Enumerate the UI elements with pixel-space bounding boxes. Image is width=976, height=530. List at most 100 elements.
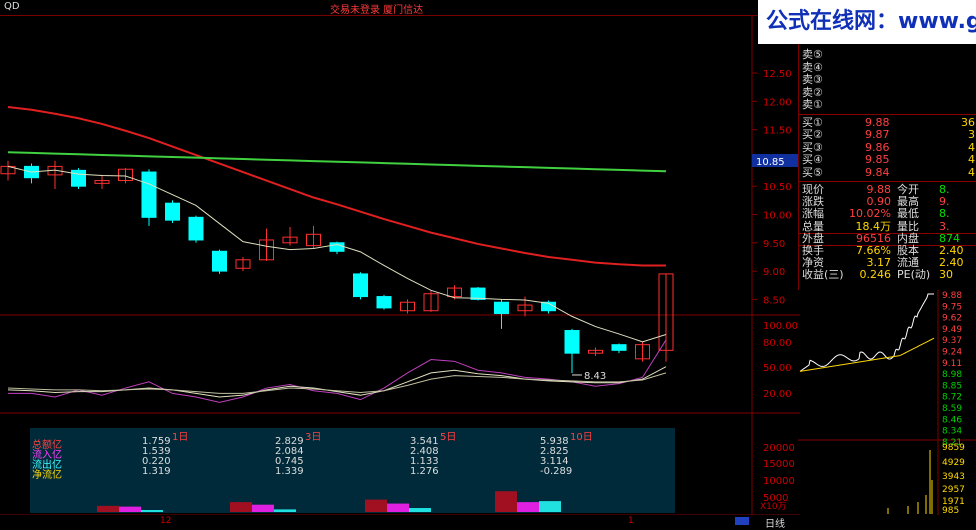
candle-body xyxy=(353,273,368,298)
stat-label: PE(动) xyxy=(897,268,931,282)
sell-level-label: 卖③ xyxy=(802,73,823,86)
stat-value: 18.4万 xyxy=(855,219,892,233)
date-label-right: 1 xyxy=(628,516,634,526)
bottom-axis-bar: 12 1 日线 xyxy=(0,515,976,530)
indicator-axis-label: 80.00 xyxy=(763,338,792,349)
price-axis-label: 12.00 xyxy=(763,97,792,108)
volume-axis-label: 15000 xyxy=(763,459,795,470)
fund-bar xyxy=(274,509,296,512)
mini-volume-label: 985 xyxy=(942,506,959,515)
fund-bar xyxy=(517,502,539,512)
candle-body xyxy=(494,301,509,315)
window-title: 交易未登录 厦门信达 xyxy=(330,5,424,16)
mini-price-label: 8.34 xyxy=(942,427,962,437)
intraday-mini-chart[interactable]: 9.889.75 9.629.499.37 9.249.118.988.85 8.72… xyxy=(798,290,976,515)
sell-level: 卖⑤ xyxy=(799,48,976,62)
scroll-button[interactable] xyxy=(735,517,749,525)
sell-level: 卖④ xyxy=(799,61,976,75)
indicator-axis-label: 20.00 xyxy=(763,389,792,400)
mini-price-label: 9.11 xyxy=(942,359,962,369)
price-axis-label: 9.00 xyxy=(763,267,785,278)
date-label-left: 12 xyxy=(160,516,172,526)
mini-price-line xyxy=(799,293,934,372)
ma-green-line xyxy=(7,151,667,173)
candle-body xyxy=(212,250,227,272)
price-axis-label: 8.50 xyxy=(763,295,785,306)
mini-price-label: 9.24 xyxy=(942,348,962,358)
buy-level-price: 9.84 xyxy=(865,165,890,179)
sell-level: 卖① xyxy=(799,98,976,112)
mini-volume-label: 9859 xyxy=(942,443,965,453)
price-axis-label: 9.50 xyxy=(763,239,785,250)
stat-value: 30 xyxy=(939,268,953,282)
mini-price-label: 8.59 xyxy=(942,404,962,414)
indicator-line-j xyxy=(7,372,667,394)
stats-divider xyxy=(799,181,976,182)
mini-price-label: 8.46 xyxy=(942,415,962,425)
period-tab-daily[interactable]: 日线 xyxy=(765,515,785,530)
mini-price-label: 9.88 xyxy=(942,291,962,301)
fund-bar xyxy=(252,504,274,512)
stat-row: 收益(三) 0.246 PE(动) 30 xyxy=(799,269,976,281)
fund-bar xyxy=(365,499,387,512)
buy-level-price: 9.85 xyxy=(865,153,890,166)
stat-row: 涨幅 10.02% 最低 8. xyxy=(799,208,976,220)
stat-label: 收益(三) xyxy=(802,268,844,282)
mini-price-label: 9.62 xyxy=(942,314,962,324)
mini-volume-label: 3943 xyxy=(942,472,965,482)
buy-level: 买② 9.87 3 xyxy=(799,128,976,142)
stat-value: 10.02% xyxy=(849,207,891,221)
fund-bar xyxy=(141,510,163,512)
candle-body xyxy=(141,171,157,218)
buy-level-volume: 3 xyxy=(968,128,975,141)
price-axis-label: 11.50 xyxy=(763,126,792,137)
stock-code: QD xyxy=(4,1,20,12)
current-price-text: 10.85 xyxy=(756,157,785,168)
volume-axis-label: 10000 xyxy=(763,476,795,487)
buy-level-volume: 4 xyxy=(968,165,975,179)
price-axis-label: 10.00 xyxy=(763,211,792,222)
orderbook-divider xyxy=(799,113,976,115)
stat-row: 总量 18.4万 量比 3. xyxy=(799,219,976,233)
buy-level-price: 9.87 xyxy=(865,128,890,141)
sell-level-label: 卖① xyxy=(802,98,823,111)
volume-unit-label: X10万 xyxy=(760,502,787,512)
fund-bar xyxy=(495,491,517,512)
stat-label: 涨幅 xyxy=(802,207,824,221)
candle-body xyxy=(564,330,580,354)
candle-body xyxy=(71,169,86,187)
volume-axis-label: 20000 xyxy=(763,443,795,454)
quote-panel: 卖⑤ 卖④ 卖③ 卖② 卖① 买① 9.88 36 买② 9.87 3 买③ 9.86 4 买④ 9.85 4 买… xyxy=(798,44,976,290)
stat-label: 量比 xyxy=(897,219,919,233)
buy-level: 买④ 9.85 4 xyxy=(799,153,976,167)
mini-volume-label: 4929 xyxy=(942,458,965,468)
fund-bar xyxy=(539,501,561,512)
stat-value: 8. xyxy=(939,207,950,221)
buy-level-label: 买② xyxy=(802,128,823,141)
candle-body xyxy=(165,202,180,221)
sell-level-label: 卖⑤ xyxy=(802,48,823,61)
fund-bar xyxy=(230,502,252,512)
sell-level: 卖③ xyxy=(799,73,976,87)
fund-bar xyxy=(119,506,141,512)
indicator-line-d xyxy=(7,366,667,398)
sell-level: 卖② xyxy=(799,86,976,100)
fund-bar xyxy=(387,503,409,512)
fund-bars xyxy=(97,491,561,512)
indicator-axis-label: 50.00 xyxy=(763,363,792,374)
mini-price-label: 9.37 xyxy=(942,336,962,346)
mini-price-label: 8.85 xyxy=(942,381,962,391)
price-axis-label: 10.50 xyxy=(763,182,792,193)
stat-value: 0.246 xyxy=(859,268,892,282)
candle-body xyxy=(376,296,392,309)
stat-label: 最低 xyxy=(897,207,919,221)
mini-price-label: 9.49 xyxy=(942,325,962,335)
mini-price-label: 9.75 xyxy=(942,302,962,312)
low-marker-label: 8.43 xyxy=(584,371,606,382)
candle-body xyxy=(611,344,627,351)
buy-level-volume: 4 xyxy=(968,153,975,166)
price-axis-label: 12.50 xyxy=(763,69,792,80)
indicator-axis-label: 100.00 xyxy=(763,321,798,332)
mini-price-label: 8.72 xyxy=(942,393,962,403)
fund-bar xyxy=(97,505,119,512)
